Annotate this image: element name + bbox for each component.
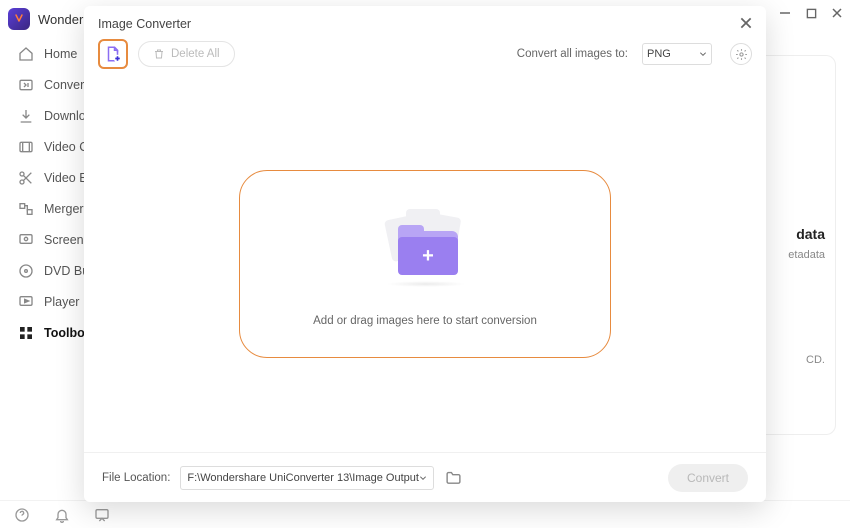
- app-title: Wonder: [38, 12, 83, 27]
- disc-icon: [18, 263, 34, 279]
- dialog-title: Image Converter: [98, 17, 191, 31]
- sidebar-item-label: Video C: [44, 140, 88, 154]
- app-logo: [8, 8, 30, 30]
- converter-icon: [18, 77, 34, 93]
- play-icon: [18, 294, 34, 310]
- download-icon: [18, 108, 34, 124]
- screen-icon: [18, 232, 34, 248]
- plus-icon: +: [422, 246, 434, 266]
- output-format-select[interactable]: PNG: [642, 43, 712, 65]
- settings-button[interactable]: [730, 43, 752, 65]
- gear-icon: [735, 48, 748, 61]
- sidebar-item-label: Player: [44, 295, 79, 309]
- bg-text: CD.: [806, 354, 825, 366]
- file-location-label: File Location:: [102, 472, 170, 484]
- convert-all-label: Convert all images to:: [517, 48, 628, 60]
- sidebar-item-label: Home: [44, 47, 77, 61]
- add-images-button[interactable]: [98, 39, 128, 69]
- home-icon: [18, 46, 34, 62]
- trash-icon: [153, 48, 165, 60]
- close-dialog-button[interactable]: [738, 15, 754, 31]
- image-converter-dialog: Image Converter Delete All Convert all i: [84, 6, 766, 502]
- video-compress-icon: [18, 139, 34, 155]
- convert-button-label: Convert: [687, 471, 729, 485]
- bg-text: data: [796, 226, 825, 242]
- delete-all-label: Delete All: [171, 48, 220, 60]
- sidebar-item-label: DVD Bu: [44, 264, 89, 278]
- feedback-icon[interactable]: [94, 507, 110, 523]
- sidebar-item-label: Merger: [44, 202, 84, 216]
- add-file-icon: [104, 45, 122, 63]
- drop-zone-text: Add or drag images here to start convers…: [313, 315, 537, 327]
- scissors-icon: [18, 170, 34, 186]
- chevron-down-icon: [699, 50, 707, 58]
- file-location-select[interactable]: F:\Wondershare UniConverter 13\Image Out…: [180, 466, 434, 490]
- folder-icon: [445, 470, 462, 485]
- file-location-value: F:\Wondershare UniConverter 13\Image Out…: [187, 472, 419, 484]
- convert-button[interactable]: Convert: [668, 464, 748, 492]
- help-icon[interactable]: [14, 507, 30, 523]
- image-drop-zone[interactable]: + Add or drag images here to start conve…: [239, 170, 611, 358]
- browse-folder-button[interactable]: [444, 469, 464, 487]
- minimize-button[interactable]: [778, 6, 792, 20]
- maximize-button[interactable]: [804, 6, 818, 20]
- delete-all-button[interactable]: Delete All: [138, 41, 235, 67]
- bell-icon[interactable]: [54, 507, 70, 523]
- folder-illustration: +: [380, 209, 470, 289]
- status-bar: [0, 500, 850, 528]
- sidebar-item-label: Video E: [44, 171, 88, 185]
- bg-text: etadata: [788, 249, 825, 261]
- chevron-down-icon: [419, 474, 427, 482]
- format-value: PNG: [647, 48, 671, 60]
- close-window-button[interactable]: [830, 6, 844, 20]
- merger-icon: [18, 201, 34, 217]
- background-panel: data etadata CD.: [761, 55, 836, 435]
- toolbox-icon: [18, 325, 34, 341]
